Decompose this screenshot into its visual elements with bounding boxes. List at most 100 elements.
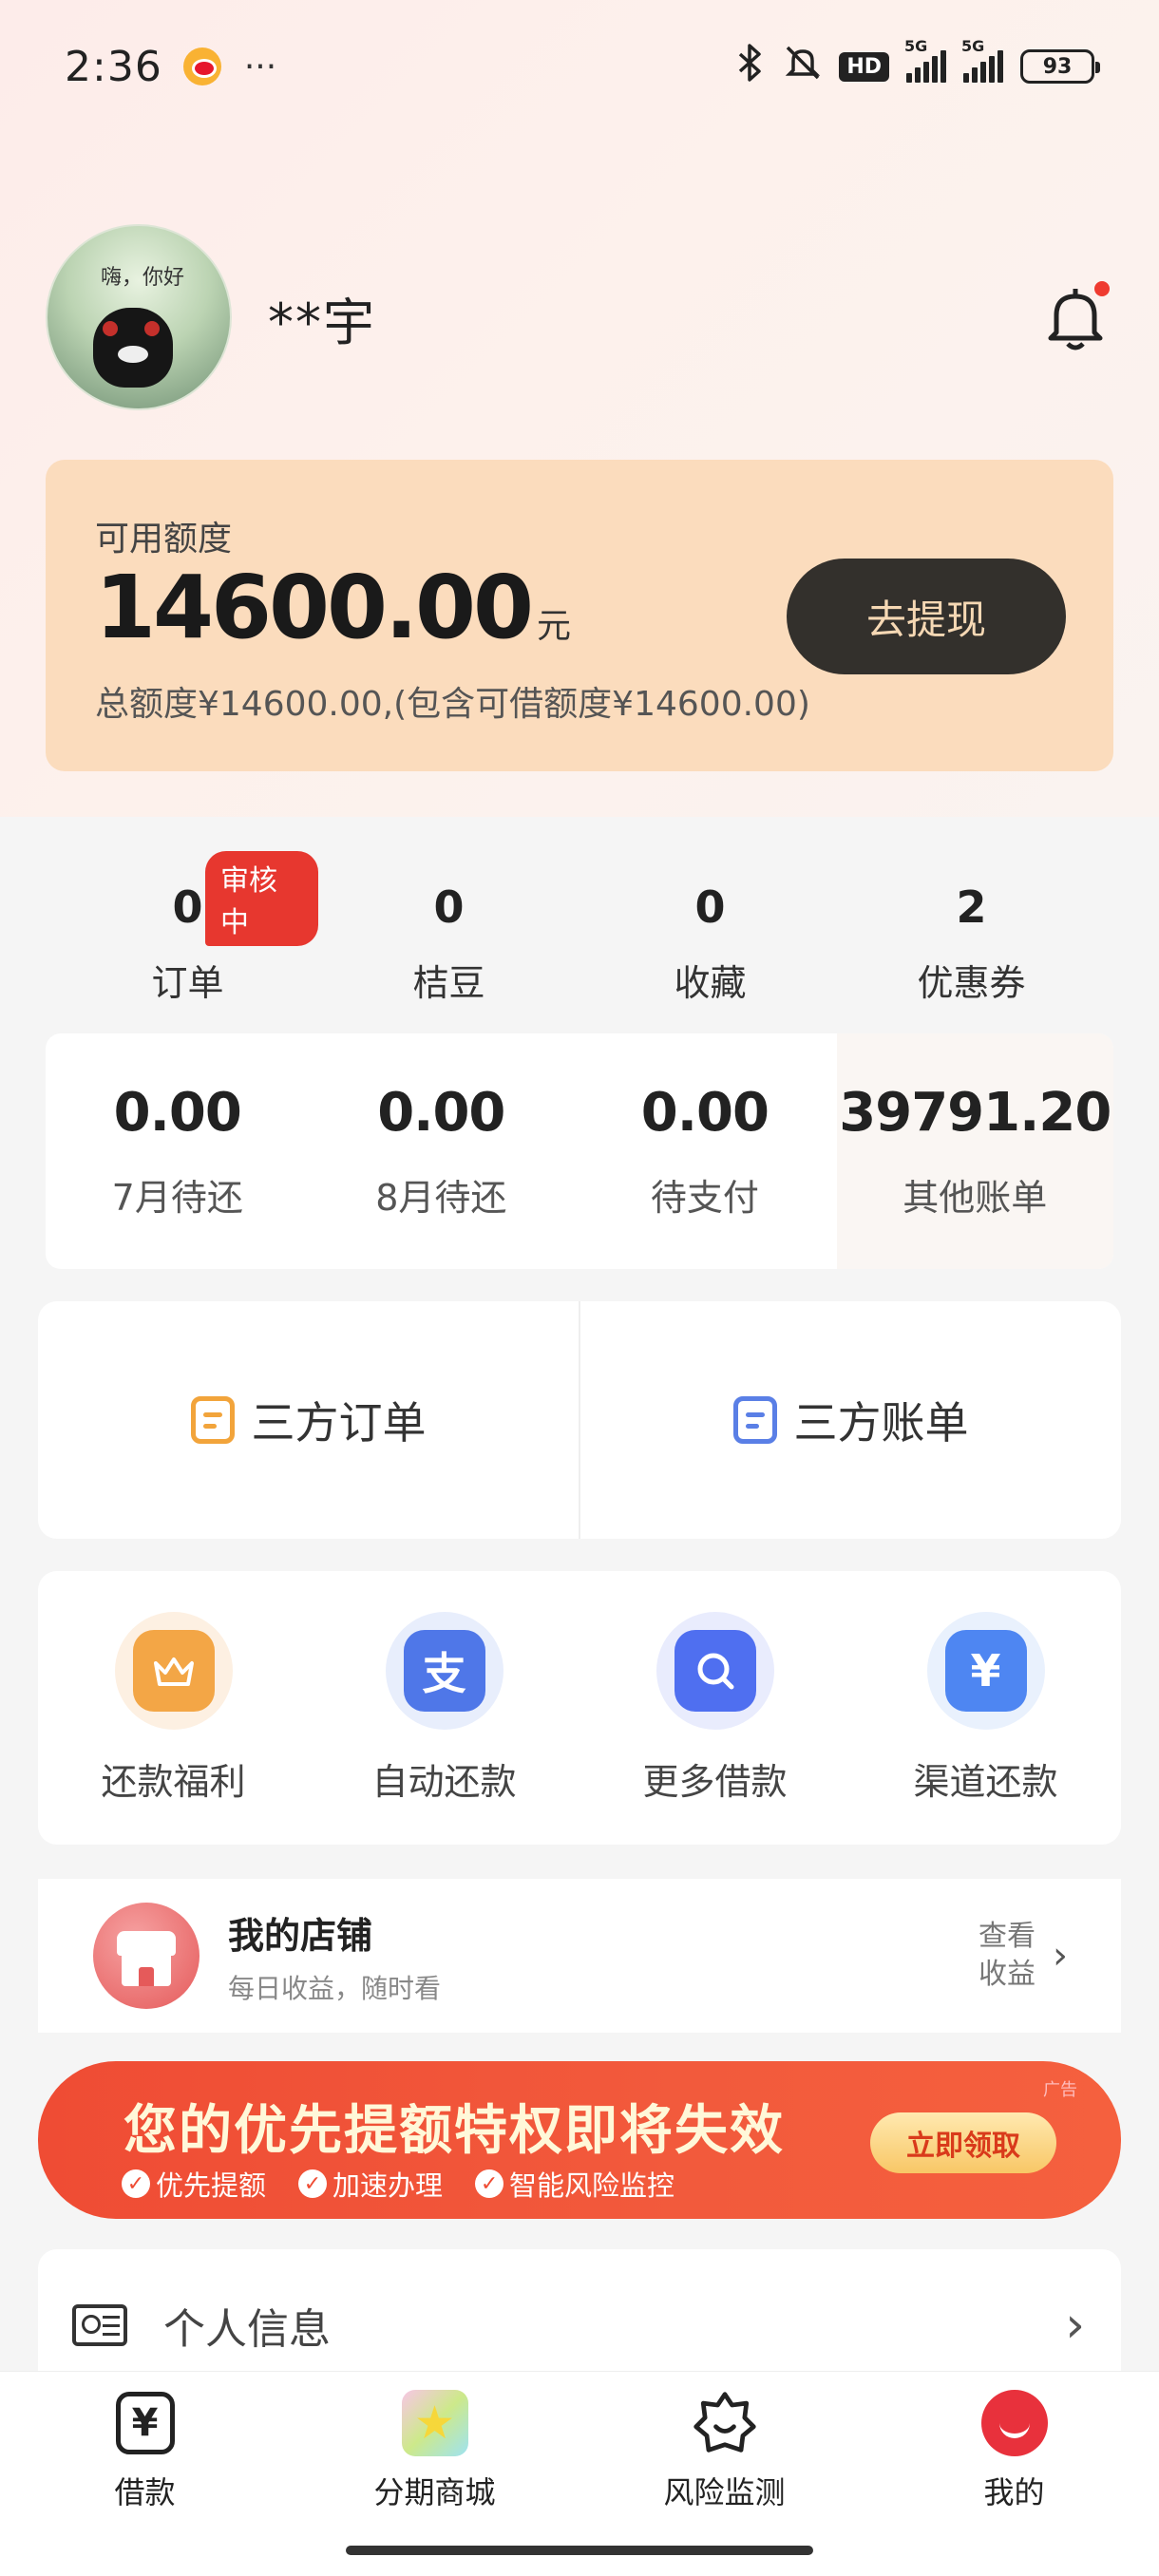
chevron-right-icon: ›	[1065, 2297, 1085, 2354]
view-earnings-label: 查看收益	[978, 1920, 1036, 1991]
bill-label: 8月待还	[375, 1177, 507, 1219]
bill-value: 0.00	[377, 1082, 505, 1144]
credit-card: 可用额度 14600.00 元 总额度¥14600.00,(包含可借额度¥146…	[46, 460, 1113, 771]
bill-value: 0.00	[640, 1082, 770, 1144]
weibo-icon	[182, 47, 221, 85]
tab-label: 我的	[983, 2474, 1045, 2510]
shortcuts-card: 还款福利 支 自动还款 更多借款 ¥ 渠道还款	[38, 1571, 1121, 1845]
profile-header: 嗨，你好 **宇	[46, 224, 376, 410]
shortcut-more-loans[interactable]: 更多借款	[580, 1611, 850, 1805]
risk-icon	[693, 2392, 756, 2453]
personal-info-label: 个人信息	[163, 2305, 331, 2354]
stat-coupons[interactable]: 2 优惠券	[841, 836, 1102, 1007]
shortcut-label: 还款福利	[101, 1760, 246, 1803]
shortcut-label: 渠道还款	[913, 1760, 1058, 1803]
check-icon: ✓	[475, 2169, 504, 2198]
battery-icon: 93	[1020, 49, 1100, 84]
shop-icon	[93, 1903, 200, 2009]
stat-label: 收藏	[674, 962, 747, 1004]
avatar[interactable]: 嗨，你好	[46, 224, 232, 410]
crown-icon	[132, 1629, 215, 1712]
yen-icon: ¥	[944, 1629, 1027, 1712]
bill-value: 39791.20	[839, 1082, 1112, 1144]
tab-label: 借款	[114, 2474, 176, 2510]
promo-banner[interactable]: 广告 您的优先提额特权即将失效 ✓ 优先提额 ✓ 加速办理 ✓ 智能风险监控 立即领取	[38, 2061, 1121, 2219]
promo-tag: ✓ 优先提额	[122, 2164, 266, 2204]
tab-me[interactable]: 我的	[869, 2372, 1159, 2576]
claim-now-button[interactable]: 立即领取	[870, 2112, 1056, 2173]
bill-label: 待支付	[650, 1177, 759, 1219]
chevron-right-icon: ›	[1053, 1934, 1068, 1978]
shortcut-channel-repay[interactable]: ¥ 渠道还款	[850, 1611, 1121, 1805]
stat-value: 0	[694, 881, 726, 933]
stat-value: 2	[956, 881, 987, 933]
stat-beans[interactable]: 0 桔豆	[318, 836, 580, 1007]
third-party-card: 三方订单 三方账单	[38, 1301, 1121, 1539]
credit-unit: 元	[537, 607, 572, 646]
me-icon	[980, 2390, 1048, 2456]
icon-halo	[114, 1611, 233, 1730]
promo-title: 您的优先提额特权即将失效	[124, 2100, 785, 2162]
search-icon	[674, 1629, 756, 1712]
tab-label: 风险监测	[663, 2474, 786, 2510]
bill-label: 其他账单	[902, 1177, 1048, 1219]
credit-amount-value: 14600.00	[95, 557, 534, 658]
view-earnings-link[interactable]: 查看收益 ›	[978, 1918, 1068, 1994]
icon-halo	[656, 1611, 774, 1730]
shop-text: 我的店铺 每日收益，随时看	[228, 1906, 441, 2006]
bluetooth-icon	[734, 43, 767, 90]
withdraw-button[interactable]: 去提现	[787, 559, 1066, 674]
avatar-caption: 嗨，你好	[101, 266, 185, 290]
shortcut-repayment-benefits[interactable]: 还款福利	[38, 1611, 309, 1805]
bill-pending-payment[interactable]: 0.00 待支付	[573, 1033, 837, 1269]
stat-label: 订单	[151, 962, 224, 1004]
third-party-orders-label: 三方订单	[251, 1397, 427, 1449]
stat-value: 0	[172, 881, 203, 933]
stat-orders[interactable]: 审核中 0 订单	[57, 836, 318, 1007]
check-icon: ✓	[298, 2169, 328, 2198]
promo-tag: ✓ 加速办理	[298, 2164, 443, 2204]
icon-halo: ¥	[926, 1611, 1045, 1730]
ad-label: 广告	[1043, 2080, 1077, 2100]
id-card-icon	[72, 2304, 127, 2346]
my-shop-row[interactable]: 我的店铺 每日收益，随时看 查看收益 ›	[38, 1879, 1121, 2033]
third-party-orders-button[interactable]: 三方订单	[38, 1389, 579, 1451]
shortcut-label: 自动还款	[371, 1760, 517, 1803]
shortcut-auto-repay[interactable]: 支 自动还款	[309, 1611, 580, 1805]
shop-subtitle: 每日收益，随时看	[228, 1972, 442, 2004]
shop-title: 我的店铺	[228, 1914, 373, 1957]
third-party-bills-button[interactable]: 三方账单	[580, 1389, 1121, 1451]
signal-icon-2: 5G	[961, 37, 1003, 83]
credit-amount: 14600.00 元	[95, 557, 571, 658]
mall-icon: ★	[401, 2390, 468, 2456]
status-time: 2:36	[65, 42, 162, 91]
promo-tag: ✓ 智能风险监控	[475, 2164, 674, 2204]
signal-icon-1: 5G	[904, 37, 946, 83]
bills-card: 0.00 7月待还 0.00 8月待还 0.00 待支付 39791.20 其他…	[46, 1033, 1113, 1269]
tab-loan[interactable]: ¥ 借款	[0, 2372, 290, 2576]
credit-total: 总额度¥14600.00,(包含可借额度¥14600.00)	[95, 685, 810, 724]
status-indicators: HD 5G 5G 93	[734, 37, 1100, 90]
bill-label: 7月待还	[111, 1177, 243, 1219]
document-icon	[732, 1396, 777, 1444]
stat-label: 优惠券	[917, 962, 1026, 1004]
review-status-badge: 审核中	[205, 851, 318, 946]
credit-label: 可用额度	[95, 520, 233, 559]
promo-tags: ✓ 优先提额 ✓ 加速办理 ✓ 智能风险监控	[122, 2164, 674, 2204]
loan-icon: ¥	[115, 2392, 175, 2454]
stat-favorites[interactable]: 0 收藏	[580, 836, 841, 1007]
username: **宇	[268, 292, 376, 352]
mute-icon	[784, 44, 822, 90]
home-indicator[interactable]	[346, 2546, 813, 2555]
bill-august[interactable]: 0.00 8月待还	[310, 1033, 574, 1269]
more-notifications-icon: ···	[243, 47, 277, 86]
shortcut-label: 更多借款	[642, 1760, 788, 1803]
check-icon: ✓	[122, 2169, 150, 2198]
status-bar: 2:36 ··· HD 5G 5G 93	[0, 0, 1159, 133]
stats-row: 审核中 0 订单 0 桔豆 0 收藏 2 优惠券	[57, 836, 1102, 1007]
bear-mascot-icon	[93, 308, 173, 388]
bill-other[interactable]: 39791.20 其他账单	[836, 1033, 1113, 1269]
third-party-bills-label: 三方账单	[793, 1397, 969, 1449]
bill-value: 0.00	[113, 1082, 242, 1144]
bill-july[interactable]: 0.00 7月待还	[46, 1033, 310, 1269]
